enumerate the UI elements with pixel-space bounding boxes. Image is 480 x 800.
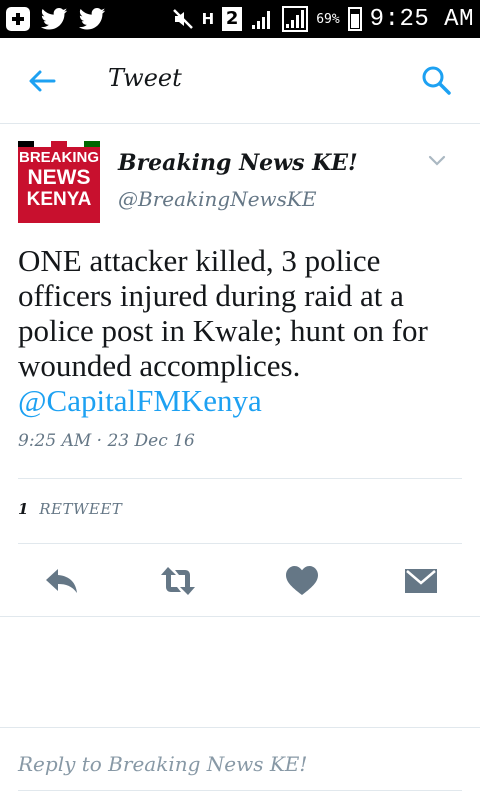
avatar[interactable]: BREAKING NEWS KENYA bbox=[18, 141, 100, 223]
tweet-mention-link[interactable]: @CapitalFMKenya bbox=[18, 383, 468, 418]
avatar-line-2: NEWS bbox=[27, 166, 91, 189]
search-icon[interactable] bbox=[420, 64, 452, 96]
reply-icon[interactable] bbox=[44, 565, 80, 597]
arrow-left-icon[interactable] bbox=[26, 65, 58, 97]
flag-stripe bbox=[18, 141, 100, 147]
network-h-icon: H bbox=[201, 10, 215, 28]
retweet-label: RETWEET bbox=[39, 500, 123, 518]
avatar-line-3: KENYA bbox=[26, 189, 92, 210]
chevron-down-icon[interactable] bbox=[428, 155, 446, 167]
divider bbox=[18, 478, 462, 479]
divider bbox=[0, 616, 480, 617]
tweet-text: ONE attacker killed, 3 police officers i… bbox=[18, 243, 468, 418]
app-bar: Tweet bbox=[0, 38, 480, 124]
author-name[interactable]: Breaking News KE! bbox=[118, 150, 358, 176]
tweet-body: ONE attacker killed, 3 police officers i… bbox=[18, 243, 428, 383]
status-time: 9:25 AM bbox=[369, 5, 474, 33]
signal-icon bbox=[282, 6, 309, 32]
avatar-line-1: BREAKING bbox=[18, 149, 99, 166]
mute-icon bbox=[172, 9, 193, 29]
twitter-bird-icon bbox=[40, 8, 68, 30]
battery-percent: 69% bbox=[316, 11, 340, 27]
retweet-stats[interactable]: 1 RETWEET bbox=[18, 500, 122, 518]
plus-icon bbox=[6, 7, 30, 31]
envelope-icon[interactable] bbox=[403, 565, 439, 597]
sim-2-icon: 2 bbox=[222, 7, 243, 31]
divider bbox=[0, 727, 480, 728]
retweet-count: 1 bbox=[18, 500, 29, 518]
battery-icon bbox=[347, 7, 362, 31]
reply-input[interactable]: Reply to Breaking News KE! bbox=[18, 752, 307, 776]
divider bbox=[18, 543, 462, 544]
heart-icon[interactable] bbox=[284, 565, 320, 597]
page-title: Tweet bbox=[108, 64, 182, 92]
twitter-bird-icon bbox=[78, 8, 106, 30]
tweet-timestamp: 9:25 AM · 23 Dec 16 bbox=[18, 431, 195, 451]
reply-underline bbox=[18, 790, 462, 791]
status-bar: H 2 69% 9:25 AM bbox=[0, 0, 480, 38]
author-handle[interactable]: @BreakingNewsKE bbox=[118, 187, 316, 211]
signal-icon bbox=[252, 11, 271, 29]
retweet-icon[interactable] bbox=[160, 565, 196, 597]
